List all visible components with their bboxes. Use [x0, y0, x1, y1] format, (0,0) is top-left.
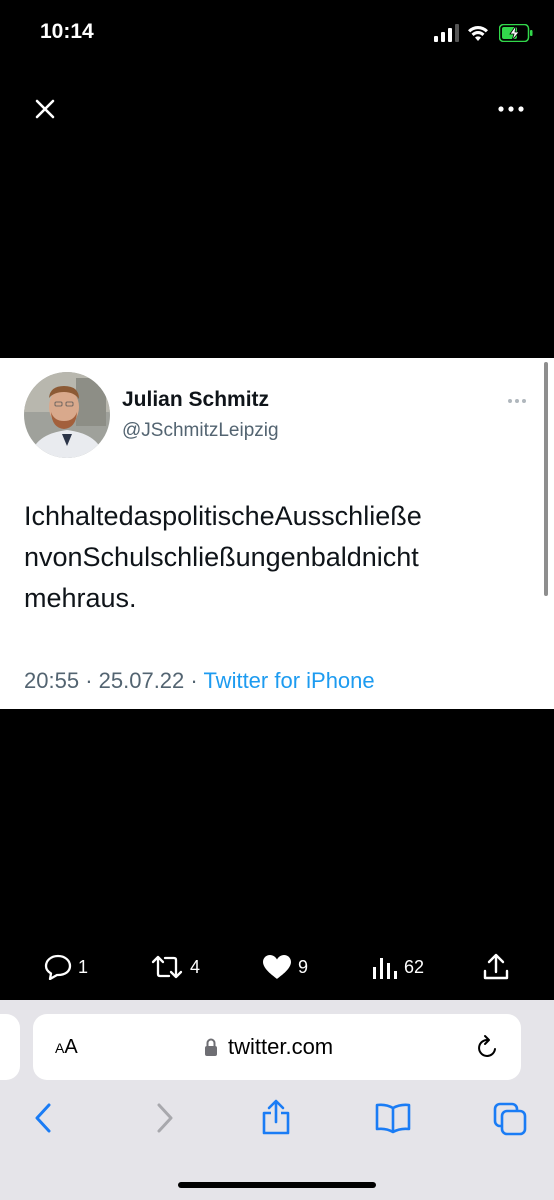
meta-separator: · [190, 668, 198, 693]
reply-count: 1 [78, 956, 89, 977]
signal-icon [434, 24, 459, 42]
lock-icon [205, 1038, 217, 1056]
wifi-icon [468, 25, 488, 41]
status-time: 10:14 [40, 20, 94, 43]
tweet-date: 25.07.22 [98, 668, 185, 693]
url-text[interactable]: twitter.com [228, 1034, 333, 1060]
tweet-text-line: mehraus. [24, 583, 137, 613]
more-icon[interactable] [494, 96, 528, 122]
aa-large: A [64, 1036, 78, 1058]
reply-icon [44, 954, 72, 980]
bookmarks-icon[interactable] [374, 1102, 412, 1134]
tweet-source-link[interactable]: Twitter for iPhone [203, 668, 374, 693]
reload-icon[interactable] [476, 1034, 500, 1060]
retweet-button[interactable]: 4 [150, 952, 200, 982]
tweet-time: 20:55 [24, 668, 80, 693]
tweet-text: IchhaltedaspolitischeAusschließe nvonSch… [24, 496, 536, 619]
like-button[interactable]: 9 [262, 952, 308, 982]
views-icon [373, 958, 397, 979]
like-icon [263, 955, 291, 979]
aa-small: A [55, 1040, 65, 1056]
previous-tab-preview[interactable] [0, 1014, 20, 1080]
share-button[interactable] [482, 952, 510, 982]
tweet-text-line: IchhaltedaspolitischeAusschließe [24, 501, 422, 531]
meta-separator: · [85, 668, 93, 693]
views-count: 62 [404, 956, 425, 977]
reader-settings-button[interactable]: AA [55, 1036, 78, 1059]
retweet-icon [151, 955, 183, 979]
retweet-count: 4 [190, 956, 201, 977]
tabs-icon[interactable] [493, 1102, 527, 1136]
back-icon[interactable] [28, 1102, 60, 1134]
close-icon[interactable] [30, 94, 60, 124]
reply-button[interactable]: 1 [44, 952, 88, 982]
handle[interactable]: @JSchmitzLeipzig [122, 420, 279, 442]
views-button[interactable]: 62 [372, 952, 424, 982]
tweet-more-icon[interactable] [505, 391, 529, 411]
tweet-meta: 20:55 · 25.07.22 · Twitter for iPhone [24, 668, 375, 694]
share-sheet-icon[interactable] [260, 1098, 292, 1136]
battery-icon [499, 24, 533, 42]
like-count: 9 [298, 956, 309, 977]
home-indicator [178, 1182, 376, 1188]
display-name[interactable]: Julian Schmitz [122, 388, 269, 412]
scrollbar[interactable] [544, 362, 548, 596]
forward-icon[interactable] [148, 1102, 180, 1134]
share-icon [483, 953, 509, 980]
avatar[interactable] [24, 372, 110, 458]
tweet-text-line: nvonSchulschließungenbaldnicht [24, 542, 419, 572]
